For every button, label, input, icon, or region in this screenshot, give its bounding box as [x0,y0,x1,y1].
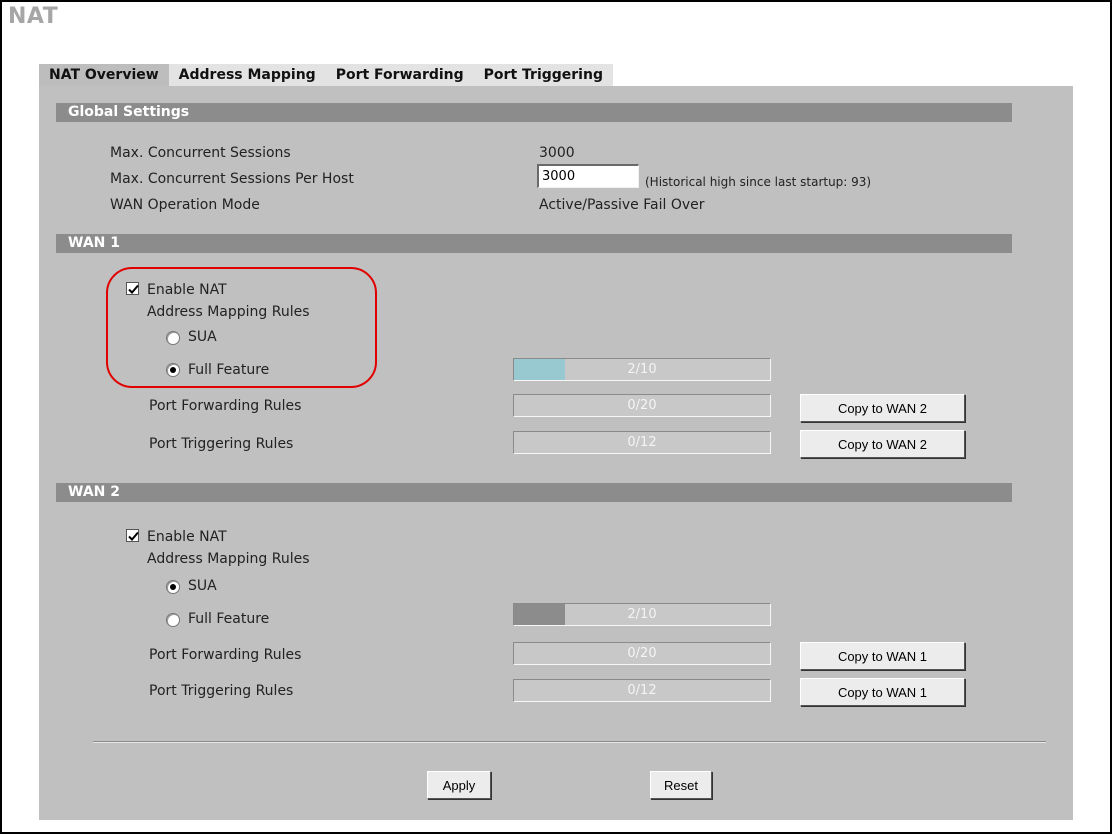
reset-button[interactable]: Reset [650,771,712,799]
apply-button[interactable]: Apply [427,771,491,799]
wan1-pt-copy-button[interactable]: Copy to WAN 2 [800,430,965,458]
max-sessions-value: 3000 [539,145,575,161]
wan1-header: WAN 1 [56,234,1012,253]
wan2-sua-radio[interactable] [166,580,180,594]
usage-bar-text: 0/12 [627,435,657,450]
wan1-full-feature-usage-bar: 2/10 [513,358,771,381]
wan2-port-triggering-label: Port Triggering Rules [149,683,294,699]
global-settings-header: Global Settings [56,103,1012,122]
wan2-port-triggering-usage-bar: 0/12 [513,679,771,702]
tab-address-mapping[interactable]: Address Mapping [168,64,326,86]
wan2-pf-copy-button[interactable]: Copy to WAN 1 [800,642,965,670]
tab-nat-overview[interactable]: NAT Overview [39,64,169,86]
wan1-address-mapping-label: Address Mapping Rules [147,304,310,320]
wan1-full-feature-radio[interactable] [166,363,180,377]
divider [93,741,1046,742]
wan1-sua-label: SUA [188,329,217,345]
max-per-host-input[interactable] [537,164,639,188]
wan2-full-feature-label: Full Feature [188,611,270,627]
usage-bar-text: 0/12 [627,683,657,698]
wan-mode-value: Active/Passive Fail Over [539,197,705,213]
tab-port-forwarding[interactable]: Port Forwarding [325,64,474,86]
wan1-sua-radio[interactable] [166,331,180,345]
wan1-enable-nat-checkbox[interactable] [126,282,139,295]
checkmark-icon [128,284,139,294]
wan1-enable-nat-label: Enable NAT [147,282,227,298]
window-frame: NAT NAT Overview Address Mapping Port Fo… [0,0,1112,834]
wan2-port-forwarding-usage-bar: 0/20 [513,642,771,665]
wan1-port-triggering-label: Port Triggering Rules [149,436,294,452]
wan2-header: WAN 2 [56,483,1012,502]
usage-bar-text: 2/10 [627,607,657,622]
usage-bar-text: 0/20 [627,398,657,413]
max-per-host-label: Max. Concurrent Sessions Per Host [110,171,354,187]
wan1-port-forwarding-label: Port Forwarding Rules [149,398,302,414]
checkmark-icon [128,531,139,541]
wan2-full-feature-radio[interactable] [166,613,180,627]
wan-mode-label: WAN Operation Mode [110,197,260,213]
wan2-full-feature-usage-bar: 2/10 [513,603,771,626]
wan2-enable-nat-label: Enable NAT [147,529,227,545]
usage-bar-text: 0/20 [627,646,657,661]
wan1-full-feature-label: Full Feature [188,362,270,378]
usage-bar-text: 2/10 [627,362,657,377]
wan2-sua-label: SUA [188,578,217,594]
tab-port-triggering[interactable]: Port Triggering [473,64,613,86]
wan2-enable-nat-checkbox[interactable] [126,529,139,542]
wan1-port-triggering-usage-bar: 0/12 [513,431,771,454]
historical-high-note: (Historical high since last startup: 93) [645,175,872,189]
max-sessions-label: Max. Concurrent Sessions [110,145,291,161]
wan1-pf-copy-button[interactable]: Copy to WAN 2 [800,394,965,422]
page-title: NAT [8,4,59,29]
tab-bar: NAT Overview Address Mapping Port Forwar… [39,64,613,86]
wan2-address-mapping-label: Address Mapping Rules [147,551,310,567]
wan1-port-forwarding-usage-bar: 0/20 [513,394,771,417]
wan2-pt-copy-button[interactable]: Copy to WAN 1 [800,678,965,706]
wan2-port-forwarding-label: Port Forwarding Rules [149,647,302,663]
